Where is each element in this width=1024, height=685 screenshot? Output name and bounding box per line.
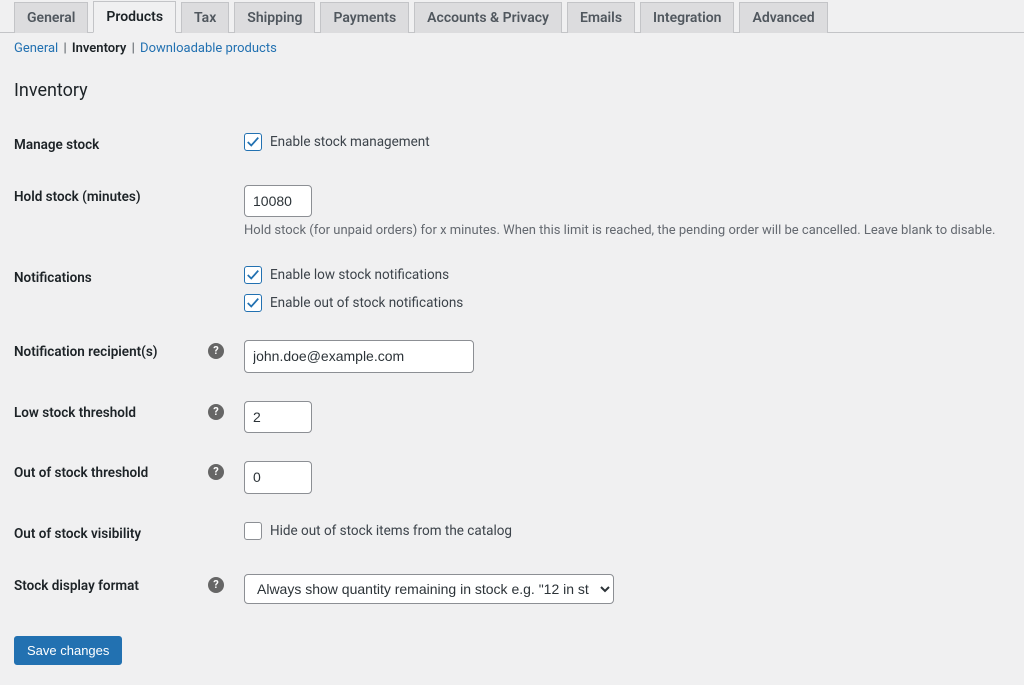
help-text-hold-stock: Hold stock (for unpaid orders) for x min… (244, 223, 1010, 238)
tab-payments[interactable]: Payments (320, 2, 409, 33)
tab-advanced[interactable]: Advanced (739, 2, 827, 33)
checkbox-enable-stock-management[interactable] (244, 133, 262, 151)
input-out-of-stock-threshold[interactable] (244, 461, 312, 493)
label-display-format: Stock display format ? (14, 560, 244, 618)
help-icon[interactable]: ? (208, 577, 224, 593)
input-notification-recipients[interactable] (244, 340, 474, 372)
settings-tabs: General Products Tax Shipping Payments A… (0, 0, 1024, 33)
label-notifications: Notifications (14, 252, 244, 326)
label-enable-stock-management[interactable]: Enable stock management (270, 134, 430, 150)
tab-products[interactable]: Products (93, 1, 176, 33)
tab-emails[interactable]: Emails (567, 2, 635, 33)
tab-integration[interactable]: Integration (640, 2, 734, 33)
save-changes-button[interactable]: Save changes (14, 636, 122, 665)
subnav-inventory[interactable]: Inventory (72, 41, 127, 56)
label-hold-stock: Hold stock (minutes) (14, 171, 244, 252)
check-icon (246, 268, 260, 282)
subnav-general[interactable]: General (14, 41, 58, 56)
select-stock-display-format[interactable]: Always show quantity remaining in stock … (244, 574, 614, 604)
subnav-downloadable[interactable]: Downloadable products (140, 41, 277, 56)
label-low-threshold: Low stock threshold ? (14, 387, 244, 447)
input-low-stock-threshold[interactable] (244, 401, 312, 433)
tab-general[interactable]: General (14, 2, 88, 33)
label-recipients: Notification recipient(s) ? (14, 326, 244, 386)
checkbox-hide-out-of-stock[interactable] (244, 522, 262, 540)
checkbox-out-of-stock-notify[interactable] (244, 294, 262, 312)
check-icon (246, 296, 260, 310)
label-hide-out-of-stock[interactable]: Hide out of stock items from the catalog (270, 523, 512, 539)
page-title: Inventory (14, 80, 1010, 101)
tab-shipping[interactable]: Shipping (234, 2, 315, 33)
label-out-of-stock-notify[interactable]: Enable out of stock notifications (270, 295, 463, 311)
label-low-stock-notify[interactable]: Enable low stock notifications (270, 267, 449, 283)
tab-accounts-privacy[interactable]: Accounts & Privacy (414, 2, 562, 33)
help-icon[interactable]: ? (208, 464, 224, 480)
help-icon[interactable]: ? (208, 404, 224, 420)
input-hold-stock-minutes[interactable] (244, 185, 312, 217)
sub-nav: General | Inventory | Downloadable produ… (14, 41, 1024, 56)
tab-tax[interactable]: Tax (181, 2, 229, 33)
help-icon[interactable]: ? (208, 343, 224, 359)
label-out-visibility: Out of stock visibility (14, 508, 244, 560)
check-icon (246, 135, 260, 149)
label-manage-stock: Manage stock (14, 119, 244, 171)
label-out-threshold: Out of stock threshold ? (14, 447, 244, 507)
checkbox-low-stock-notify[interactable] (244, 266, 262, 284)
